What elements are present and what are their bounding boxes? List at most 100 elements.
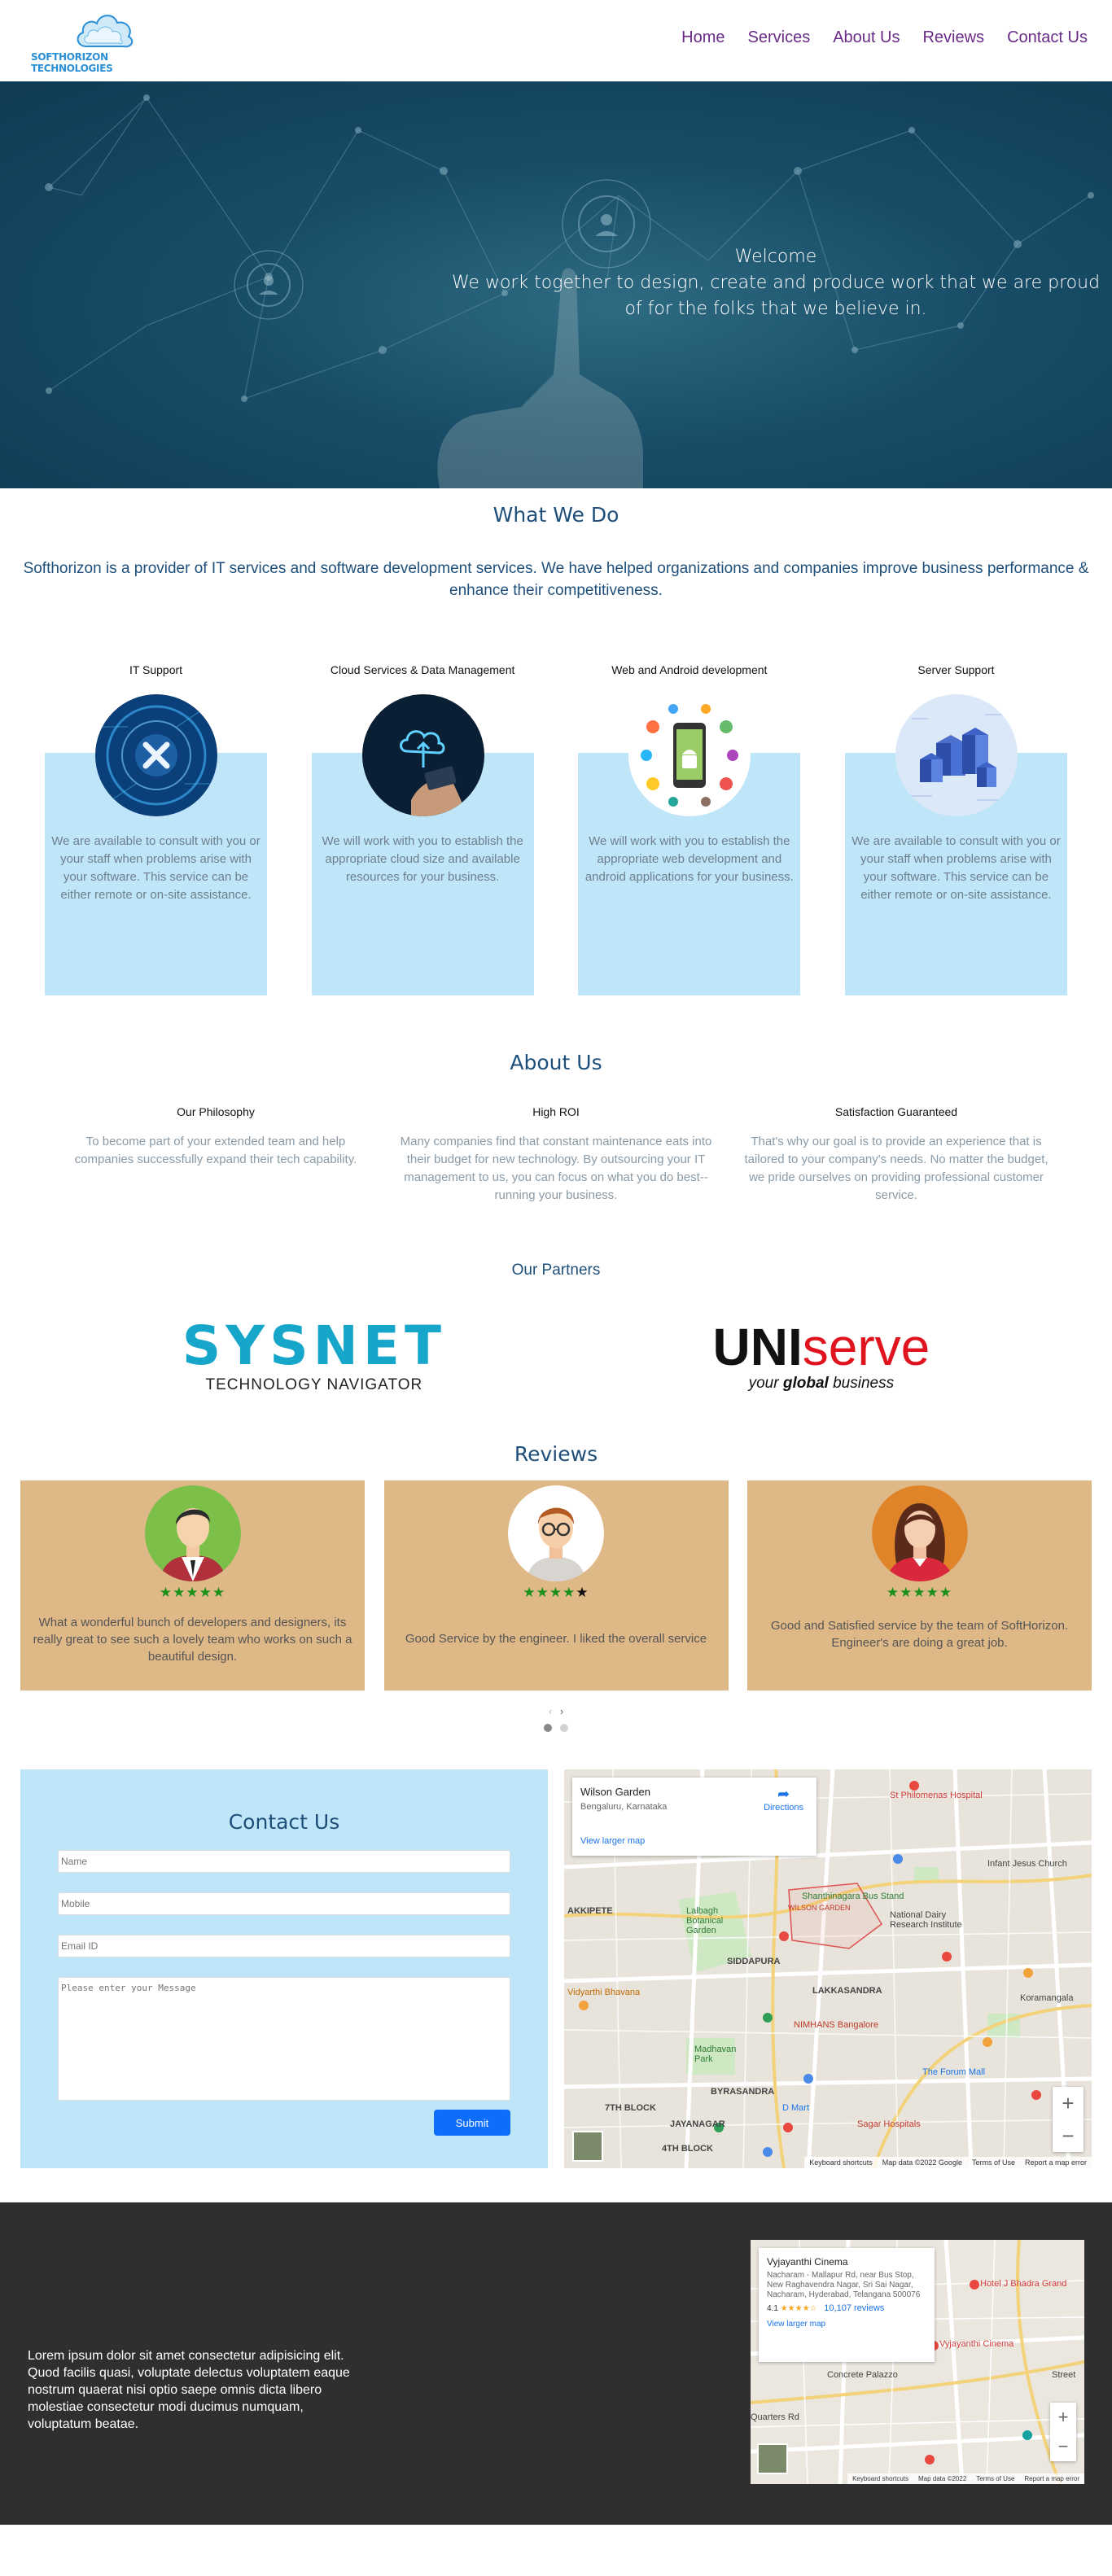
uniserve-tag-a: your [748, 1375, 783, 1392]
map-label: Madhavan Park [694, 2045, 737, 2064]
contact-form: Contact Us Submit [20, 1769, 548, 2168]
keyboard-shortcuts-link[interactable]: Keyboard shortcuts [809, 2158, 873, 2167]
map-label: Lalbagh Botanical Garden [686, 1906, 724, 1935]
zoom-out-button[interactable]: − [1053, 2119, 1084, 2152]
report-error-link[interactable]: Report a map error [1024, 2475, 1079, 2482]
map-label: Street [1052, 2370, 1076, 2380]
hero-tagline: We work together to design, create and p… [451, 273, 1101, 319]
nav-contact-us[interactable]: Contact Us [1007, 28, 1088, 47]
uniserve-tag-b: global [782, 1375, 829, 1392]
map-label: NIMHANS Bangalore [794, 2020, 878, 2030]
sysnet-logo[interactable]: SYSNET TECHNOLOGY NAVIGATOR [182, 1319, 446, 1394]
directions-icon: ➦ [777, 1786, 790, 1802]
about-col-title: Our Philosophy [177, 1105, 255, 1118]
service-title: IT Support [129, 663, 183, 676]
view-larger-map-link[interactable]: View larger map [580, 1836, 645, 1846]
star-filled-icon: ★ [549, 1585, 563, 1600]
top-navbar: SOFTHORIZON TECHNOLOGIES Home Services A… [0, 0, 1112, 81]
rating-stars: ★★★★★ [20, 1585, 365, 1601]
uniserve-uni: UNI [712, 1318, 803, 1376]
service-title: Web and Android development [611, 663, 768, 676]
carousel-next-button[interactable]: › [560, 1705, 563, 1717]
map-label: 4TH BLOCK [662, 2144, 713, 2154]
star-filled-icon: ★ [173, 1585, 186, 1600]
rating-stars: ★★★★★ [747, 1585, 1092, 1601]
report-error-link[interactable]: Report a map error [1025, 2158, 1087, 2167]
brand-logo[interactable]: SOFTHORIZON TECHNOLOGIES [31, 7, 177, 74]
map-label: National Dairy Research Institute [890, 1910, 962, 1930]
map-label: D Mart [782, 2103, 809, 2113]
zoom-out-button[interactable]: − [1050, 2432, 1076, 2461]
star-empty-icon: ★ [576, 1585, 589, 1600]
email-input[interactable] [58, 1935, 510, 1957]
nav-services[interactable]: Services [748, 28, 811, 47]
about-columns: Our Philosophy To become part of your ex… [0, 1105, 1112, 1205]
view-larger-map-link[interactable]: View larger map [767, 2320, 926, 2329]
star-filled-icon: ★ [159, 1585, 173, 1600]
uniserve-logo[interactable]: UNIserve your global business [713, 1321, 930, 1393]
star-filled-icon: ★ [939, 1585, 953, 1600]
submit-button[interactable]: Submit [434, 2110, 510, 2136]
map-label: WILSON GARDEN [788, 1904, 851, 1912]
mobile-input[interactable] [58, 1892, 510, 1915]
map-label: AKKIPETE [567, 1906, 613, 1916]
review-text: What a wonderful bunch of developers and… [33, 1616, 352, 1664]
contact-heading: Contact Us [228, 1810, 340, 1834]
avatar-woman [871, 1485, 968, 1581]
carousel-dot-active[interactable] [544, 1724, 552, 1732]
uniserve-tagline: your global business [713, 1375, 930, 1393]
map-data-text: Map data ©2022 Google [882, 2158, 962, 2167]
star-filled-icon: ★ [523, 1585, 536, 1600]
server-support-image [895, 694, 1018, 816]
map-label: SIDDAPURA [727, 1957, 781, 1966]
satellite-toggle[interactable] [572, 2131, 603, 2162]
zoom-in-button[interactable]: + [1050, 2403, 1076, 2432]
carousel-controls: ‹ › [0, 1705, 1112, 1717]
name-input[interactable] [58, 1850, 510, 1873]
what-we-do-heading: What We Do [493, 503, 619, 527]
terms-link[interactable]: Terms of Use [976, 2475, 1014, 2482]
partners-heading: Our Partners [511, 1262, 601, 1279]
map-label: 7TH BLOCK [605, 2103, 656, 2113]
about-col-text: Many companies find that constant mainte… [400, 1135, 712, 1202]
about-col-text: That's why our goal is to provide an exp… [744, 1135, 1049, 1202]
map-label: BYRASANDRA [711, 2087, 775, 2097]
map-footer: Keyboard shortcuts Map data ©2022 Terms … [847, 2473, 1084, 2484]
service-card-it-support: IT Support We are available to consult w… [45, 663, 267, 1005]
carousel-prev-button[interactable]: ‹ [549, 1705, 552, 1717]
map-label: Vyjayanthi Cinema [939, 2339, 1014, 2349]
hero-welcome: Welcome [734, 247, 817, 267]
contact-section: Contact Us Submit [0, 1769, 1112, 2168]
about-col-philosophy: Our Philosophy To become part of your ex… [57, 1105, 374, 1205]
it-support-image [95, 694, 217, 816]
message-textarea[interactable] [58, 1977, 510, 2101]
star-filled-icon: ★ [913, 1585, 926, 1600]
nav-home[interactable]: Home [681, 28, 725, 47]
nav-reviews[interactable]: Reviews [922, 28, 984, 47]
service-card-cloud: Cloud Services & Data Management We will… [311, 663, 534, 1005]
star-filled-icon: ★ [212, 1585, 226, 1600]
zoom-in-button[interactable]: + [1053, 2087, 1084, 2119]
map-label: Infant Jesus Church [987, 1859, 1067, 1869]
map-label: Koramangala [1020, 1993, 1074, 2003]
what-we-do-section: What We Do Softhorizon is a provider of … [0, 503, 1112, 1005]
service-card-server: Server Support We are available to consu… [844, 663, 1067, 1005]
what-we-do-intro: Softhorizon is a provider of IT services… [23, 560, 1089, 599]
satellite-toggle[interactable] [757, 2443, 788, 2474]
reviews-link[interactable]: 10,107 reviews [824, 2303, 884, 2313]
carousel-dot[interactable] [560, 1724, 568, 1732]
star-filled-icon: ★ [900, 1585, 913, 1600]
keyboard-shortcuts-link[interactable]: Keyboard shortcuts [852, 2475, 908, 2482]
avatar-man [144, 1485, 241, 1581]
nav-about-us[interactable]: About Us [833, 28, 900, 47]
terms-link[interactable]: Terms of Use [972, 2158, 1015, 2167]
directions-button[interactable]: ➦ Directions [764, 1786, 803, 1813]
service-desc: We will work with you to establish the a… [584, 834, 794, 884]
service-desc: We will work with you to establish the a… [322, 834, 523, 884]
vyjayanthi-map[interactable]: Hotel J Bhadra Grand Vyjayanthi Cinema C… [751, 2240, 1084, 2484]
review-card: ★★★★★ Good Service by the engineer. I li… [383, 1480, 729, 1690]
review-card: ★★★★★ What a wonderful bunch of develope… [20, 1480, 365, 1690]
partners-logos: SYSNET TECHNOLOGY NAVIGATOR UNIserve you… [0, 1312, 1112, 1402]
rating-value: 4.1 [767, 2304, 778, 2313]
wilson-garden-map[interactable]: St Philomenas Hospital Shanthinagara Bus… [564, 1769, 1092, 2168]
